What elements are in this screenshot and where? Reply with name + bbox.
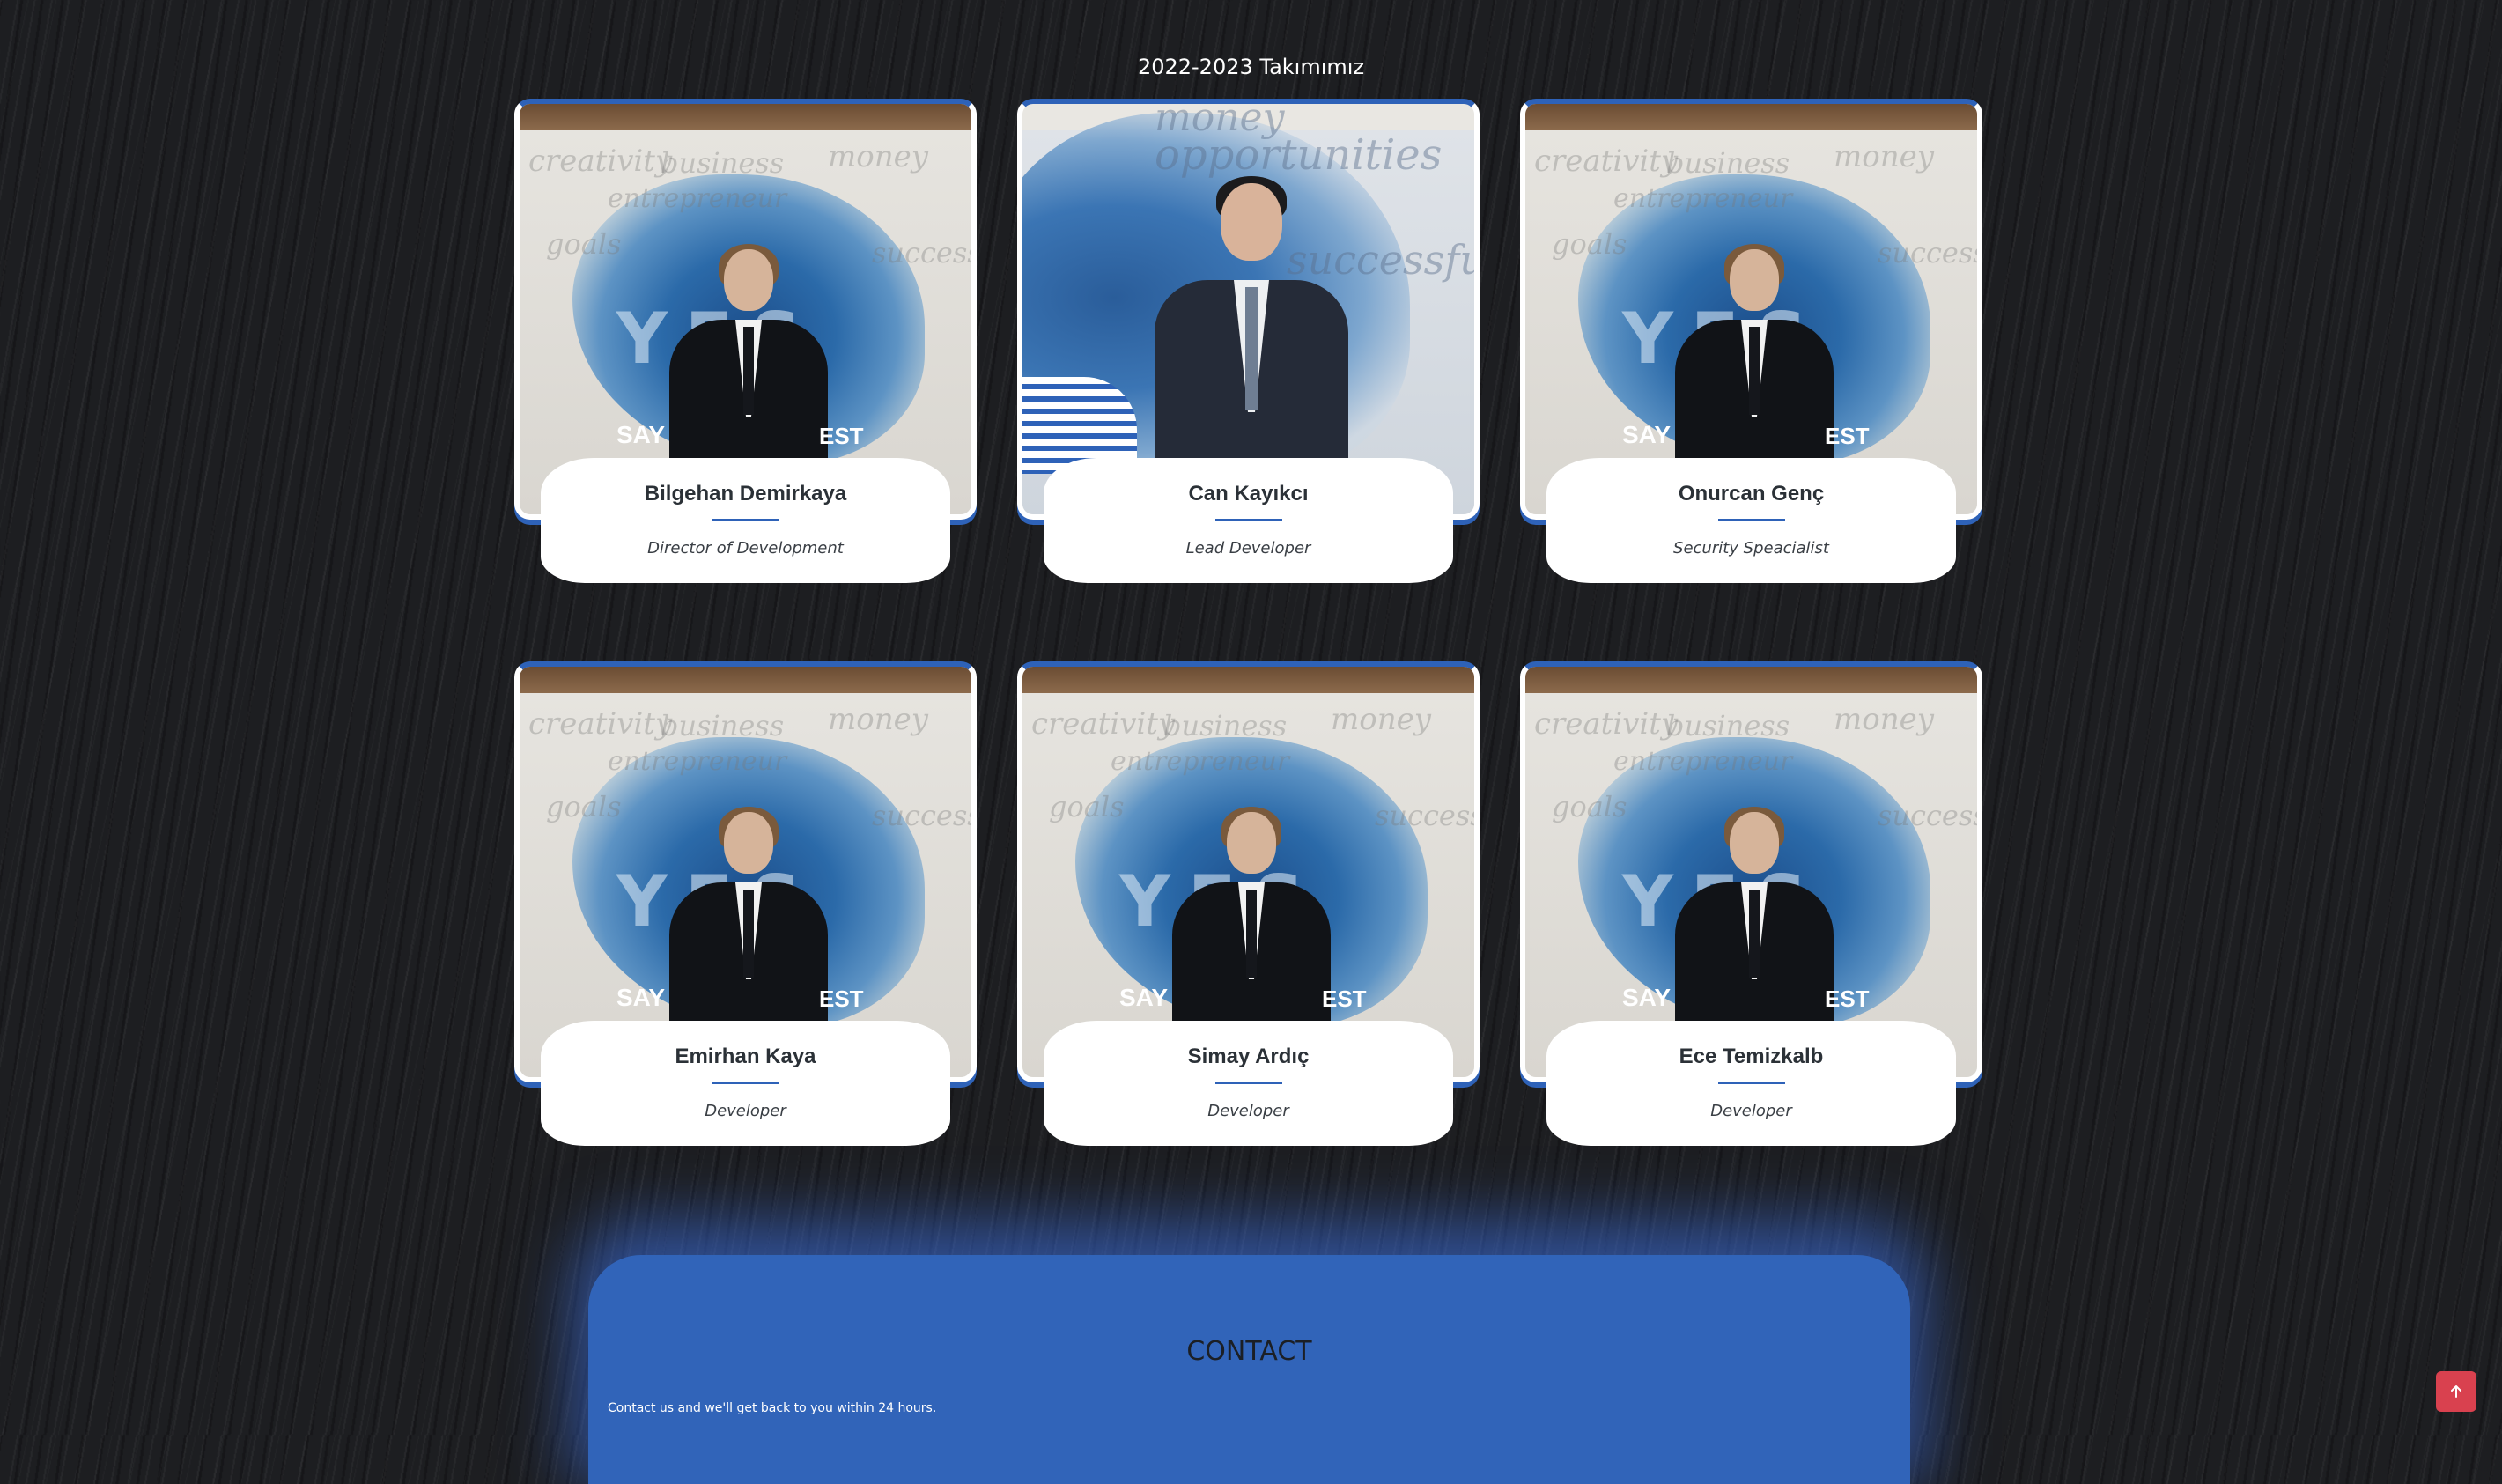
social-links bbox=[1044, 567, 1453, 597]
member-photo: creativity business money entrepreneur g… bbox=[1017, 661, 1480, 1082]
team-section-title: 2022-2023 Takımımız bbox=[1137, 55, 1365, 79]
name-divider bbox=[1214, 1082, 1282, 1084]
contact-section: CONTACT Contact us and we'll get back to… bbox=[588, 1255, 1910, 1484]
member-photo: creativity business money entrepreneur g… bbox=[514, 661, 977, 1082]
social-link-icon[interactable] bbox=[1201, 567, 1232, 582]
social-link-icon[interactable] bbox=[762, 1130, 793, 1145]
member-role: Security Speacialist bbox=[1673, 539, 1829, 557]
member-role: Developer bbox=[1710, 1102, 1792, 1120]
social-link-icon[interactable] bbox=[698, 567, 729, 582]
member-name: Onurcan Genç bbox=[1678, 482, 1825, 506]
team-member-card: creativity business money entrepreneur g… bbox=[1520, 99, 1982, 583]
social-link-icon[interactable] bbox=[1201, 1130, 1232, 1145]
member-name: Simay Ardıç bbox=[1187, 1045, 1310, 1068]
team-grid: creativity business money entrepreneur g… bbox=[514, 99, 1982, 1146]
member-role: Developer bbox=[1207, 1102, 1289, 1120]
member-role: Developer bbox=[705, 1102, 786, 1120]
social-link-icon[interactable] bbox=[1265, 1130, 1295, 1145]
member-info-box: Bilgehan Demirkaya Director of Developme… bbox=[541, 458, 950, 583]
social-links bbox=[1546, 567, 1956, 597]
social-link-icon[interactable] bbox=[1704, 1130, 1735, 1145]
member-info-box: Ece Temizkalb Developer bbox=[1546, 1021, 1956, 1146]
member-photo: creativity business money entrepreneur g… bbox=[1520, 99, 1982, 520]
member-name: Bilgehan Demirkaya bbox=[644, 482, 847, 506]
member-info-box: Onurcan Genç Security Speacialist bbox=[1546, 458, 1956, 583]
social-link-icon[interactable] bbox=[1768, 1130, 1798, 1145]
name-divider bbox=[712, 519, 779, 521]
member-photo: money opportunities successful bbox=[1017, 99, 1480, 520]
social-links bbox=[1546, 1130, 1956, 1160]
name-divider bbox=[1717, 519, 1785, 521]
team-member-card: creativity business money entrepreneur g… bbox=[1017, 661, 1480, 1146]
member-name: Ece Temizkalb bbox=[1679, 1045, 1824, 1068]
team-member-card: money opportunities successful Can Kayık… bbox=[1017, 99, 1480, 583]
social-links bbox=[1044, 1130, 1453, 1160]
team-member-card: creativity business money entrepreneur g… bbox=[1520, 661, 1982, 1146]
member-name: Can Kayıkcı bbox=[1188, 482, 1309, 506]
name-divider bbox=[1717, 1082, 1785, 1084]
social-links bbox=[541, 1130, 950, 1160]
team-member-card: creativity business money entrepreneur g… bbox=[514, 99, 977, 583]
back-to-top-button[interactable] bbox=[2436, 1371, 2476, 1412]
member-info-box: Can Kayıkcı Lead Developer bbox=[1044, 458, 1453, 583]
member-info-box: Emirhan Kaya Developer bbox=[541, 1021, 950, 1146]
social-links bbox=[541, 567, 950, 597]
team-member-card: creativity business money entrepreneur g… bbox=[514, 661, 977, 1146]
name-divider bbox=[712, 1082, 779, 1084]
member-role: Lead Developer bbox=[1185, 539, 1311, 557]
member-name: Emirhan Kaya bbox=[675, 1045, 816, 1068]
contact-subtitle: Contact us and we'll get back to you wit… bbox=[608, 1401, 937, 1415]
social-link-icon[interactable] bbox=[1704, 567, 1735, 582]
name-divider bbox=[1214, 519, 1282, 521]
contact-title: CONTACT bbox=[1186, 1336, 1312, 1367]
member-info-box: Simay Ardıç Developer bbox=[1044, 1021, 1453, 1146]
arrow-up-icon bbox=[2451, 1385, 2461, 1398]
member-photo: creativity business money entrepreneur g… bbox=[1520, 661, 1982, 1082]
social-link-icon[interactable] bbox=[762, 567, 793, 582]
member-role: Director of Development bbox=[647, 539, 844, 557]
social-link-icon[interactable] bbox=[1265, 567, 1295, 582]
social-link-icon[interactable] bbox=[1768, 567, 1798, 582]
member-photo: creativity business money entrepreneur g… bbox=[514, 99, 977, 520]
social-link-icon[interactable] bbox=[698, 1130, 729, 1145]
